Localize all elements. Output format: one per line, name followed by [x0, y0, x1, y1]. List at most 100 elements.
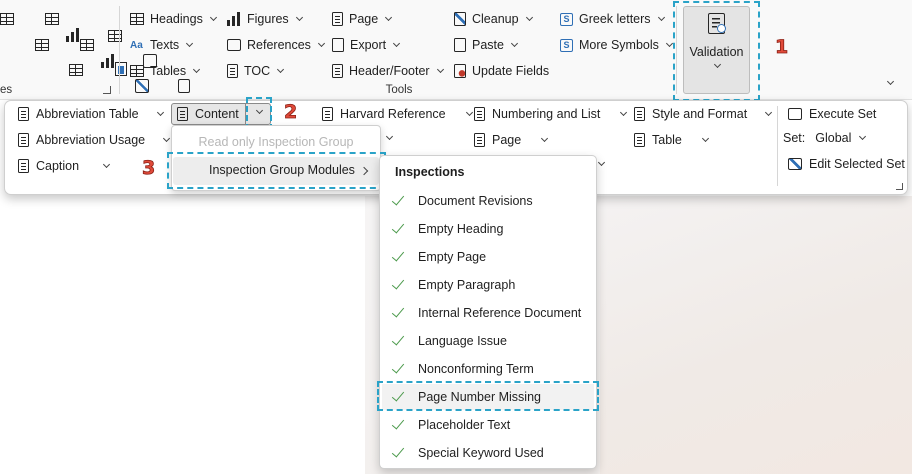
chevron-down-icon [163, 134, 171, 143]
abbreviation-usage-button[interactable]: Abbreviation Usage [18, 129, 171, 151]
inspection-item[interactable]: Document Revisions [390, 188, 590, 214]
style-and-format-button[interactable]: Style and Format [634, 103, 773, 125]
left-ribbon-group [0, 8, 190, 93]
inspection-item[interactable]: Internal Reference Document [390, 300, 590, 326]
document-icon [634, 107, 645, 121]
table-icon[interactable] [108, 30, 123, 42]
chevron-down-icon [385, 13, 393, 22]
highlight-page-number-missing [377, 381, 599, 411]
chevron-down-icon [510, 39, 519, 48]
tables-button[interactable]: Tables [130, 60, 201, 82]
inspection-item[interactable]: Empty Page [390, 244, 590, 270]
figures-icon [227, 12, 241, 26]
chevron-down-icon [209, 13, 217, 22]
page-check-button[interactable]: Page [474, 129, 549, 151]
table-icon[interactable] [0, 13, 14, 25]
abbreviation-table-button[interactable]: Abbreviation Table [18, 103, 164, 125]
figures-button[interactable]: Figures [227, 8, 303, 30]
harvard-reference-button[interactable]: Harvard Reference [322, 103, 473, 125]
check-icon [390, 417, 406, 433]
table-icon[interactable] [45, 13, 60, 25]
table-blue-icon[interactable] [114, 62, 127, 76]
chart-icon[interactable] [66, 28, 80, 42]
references-button[interactable]: References [227, 34, 325, 56]
texts-button[interactable]: Aa Texts [130, 34, 194, 56]
paste-icon [454, 38, 466, 52]
chevron-down-icon [156, 108, 164, 117]
caption-button[interactable]: Caption [18, 155, 111, 177]
check-icon [390, 333, 406, 349]
document-icon [474, 133, 485, 147]
chevron-down-icon [620, 108, 628, 117]
more-symbols-button[interactable]: S More Symbols [560, 34, 673, 56]
export-icon [332, 38, 344, 52]
table-check-button[interactable]: Table [634, 129, 709, 151]
export-button[interactable]: Export [332, 34, 401, 56]
check-icon [390, 221, 406, 237]
chevron-down-icon [186, 39, 194, 48]
document-icon [322, 107, 333, 121]
header-footer-button[interactable]: Header/Footer [332, 60, 444, 82]
chevron-down-icon [277, 65, 285, 74]
chevron-down-icon [859, 132, 867, 141]
dialog-launcher-icon[interactable] [103, 86, 111, 94]
chevron-down-icon [393, 39, 401, 48]
cleanup-button[interactable]: Cleanup [454, 8, 533, 30]
tables-icon [130, 65, 144, 77]
more-symbols-icon: S [560, 38, 573, 52]
inspection-item[interactable]: Placeholder Text [390, 412, 590, 438]
document-icon [474, 107, 485, 121]
content-label-group: Content [177, 103, 239, 125]
inspection-item[interactable]: Language Issue [390, 328, 590, 354]
check-icon [390, 305, 406, 321]
chevron-down-icon [103, 160, 111, 169]
headings-icon [130, 13, 144, 25]
header-footer-icon [332, 64, 343, 78]
chevron-down-icon [665, 39, 673, 48]
set-value: Global [815, 131, 852, 145]
update-fields-button[interactable]: Update Fields [454, 60, 549, 82]
table-icon[interactable] [69, 64, 84, 76]
check-icon [390, 249, 406, 265]
toc-icon [227, 64, 238, 78]
chevron-down-icon [436, 65, 444, 74]
toc-button[interactable]: TOC [227, 60, 285, 82]
inspection-item[interactable]: Empty Heading [390, 216, 590, 242]
update-fields-icon [454, 64, 466, 78]
document-background-right [600, 196, 912, 474]
inspection-item[interactable]: Empty Paragraph [390, 272, 590, 298]
highlight-inspection-group-modules [167, 152, 386, 189]
inspection-item[interactable]: Nonconforming Term [390, 356, 590, 382]
inspection-item[interactable]: Special Keyword Used [390, 440, 590, 466]
chevron-down-icon [295, 13, 303, 22]
chart-icon[interactable] [100, 54, 115, 68]
table-icon[interactable] [34, 39, 49, 51]
document-icon [18, 107, 29, 121]
numbering-and-list-button[interactable]: Numbering and List [474, 103, 628, 125]
table-number-icon[interactable] [80, 39, 95, 51]
check-icon [390, 193, 406, 209]
dialog-launcher-icon[interactable] [896, 183, 903, 190]
document-icon [634, 133, 645, 147]
page-icon [332, 12, 343, 26]
chevron-down-icon [317, 39, 325, 48]
inspections-header: Inspections [395, 165, 465, 179]
page-button[interactable]: Page [332, 8, 393, 30]
step-marker-1: 1 [775, 36, 789, 59]
document-icon [18, 159, 29, 173]
step-marker-3: 3 [142, 157, 156, 180]
read-only-inspection-group-item: Read only Inspection Group [198, 135, 354, 149]
chevron-down-icon [193, 65, 201, 74]
document-icon [18, 133, 29, 147]
document-icon [177, 107, 188, 121]
execute-set-button[interactable]: Execute Set [788, 103, 876, 125]
edit-selected-set-button[interactable]: Edit Selected Set [788, 153, 905, 175]
tools-group-label: Tools [385, 84, 413, 96]
greek-letters-button[interactable]: S Greek letters [560, 8, 665, 30]
cleanup-icon [454, 12, 466, 26]
paste-button[interactable]: Paste [454, 34, 519, 56]
chevron-down-icon [465, 108, 473, 117]
headings-button[interactable]: Headings [130, 8, 217, 30]
set-selector[interactable]: Set: Global [783, 127, 867, 149]
collapse-ribbon-icon[interactable] [886, 77, 895, 86]
